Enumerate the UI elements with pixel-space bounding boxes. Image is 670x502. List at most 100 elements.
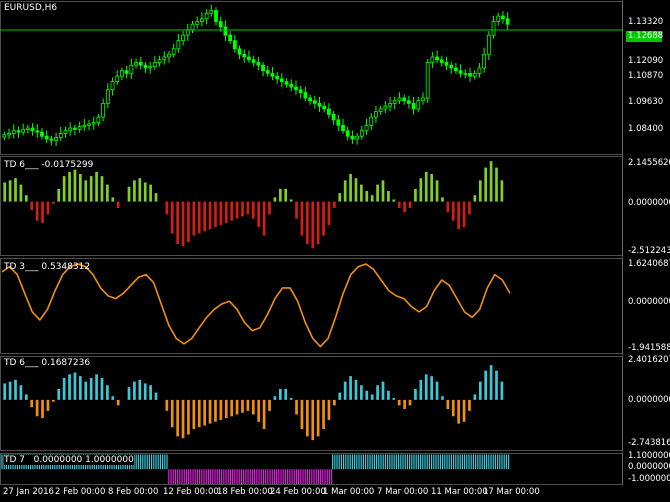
chart-canvas <box>0 0 623 485</box>
candle-body <box>496 15 501 22</box>
candle-body <box>261 64 265 72</box>
candle-body <box>58 133 63 139</box>
candle-body <box>2 134 7 138</box>
candle-body <box>25 127 30 130</box>
candle-body <box>87 123 91 126</box>
candle-body <box>148 66 153 69</box>
candle-body <box>359 130 364 137</box>
candle-body <box>468 73 472 77</box>
candle-body <box>176 40 181 50</box>
x-tick: 24 Feb 00:00 <box>270 487 326 497</box>
td2-title: TD 3___ <box>4 262 39 272</box>
candle-body <box>374 111 378 118</box>
candle-body <box>392 100 397 104</box>
candle-body <box>416 100 421 110</box>
td3-pane-title: TD 6___ 0.1687236 <box>4 358 90 368</box>
candle-body <box>63 130 68 134</box>
td4-ytick: 1.1000000 <box>628 451 670 461</box>
candle-body <box>265 70 270 74</box>
candle-body <box>218 21 223 28</box>
x-tick: 18 Feb 00:00 <box>217 487 273 497</box>
td1-value: -0.0175299 <box>41 160 94 170</box>
candle-body <box>298 89 303 93</box>
td4-title: TD 7 <box>4 455 26 465</box>
candle-body <box>350 135 355 140</box>
td3-title: TD 6___ <box>4 358 39 368</box>
candle-body <box>336 119 341 126</box>
candle-body <box>49 138 54 141</box>
td2-line <box>1 263 511 348</box>
candle-body <box>327 108 331 115</box>
main-pane-title: EURUSD,H6 <box>4 3 58 13</box>
candle-body <box>143 64 148 69</box>
td3-ytick: 0.0000000 <box>628 395 670 405</box>
candle-body <box>237 48 242 55</box>
candle-body <box>204 12 209 20</box>
candle-body <box>430 56 435 63</box>
candle-body <box>482 53 487 69</box>
main-ytick: 1.13320 <box>628 17 664 27</box>
candle-body <box>270 73 275 77</box>
candle-body <box>308 97 312 102</box>
candle-body <box>242 53 247 58</box>
candle-body <box>256 62 261 66</box>
td2-ytick: -1.9415880 <box>628 343 670 353</box>
candle-body <box>96 116 101 123</box>
candle-body <box>279 78 284 82</box>
candle-body <box>322 105 327 110</box>
pane-frame <box>0 258 623 354</box>
candle-body <box>195 21 200 25</box>
candle-body <box>364 124 369 132</box>
x-tick: 11 Mar 00:00 <box>431 487 488 497</box>
candle-body <box>312 100 317 104</box>
candle-body <box>101 103 106 118</box>
td4-pane-title: TD 7 0.0000000 1.0000000 <box>4 455 134 465</box>
x-tick: 1 Mar 00:00 <box>323 487 375 497</box>
candle-body <box>289 83 294 88</box>
candle-body <box>44 135 49 140</box>
candle-body <box>355 135 360 140</box>
main-ytick: 1.12090 <box>628 56 664 66</box>
candle-body <box>152 62 157 67</box>
candle-body <box>115 75 120 82</box>
candle-body <box>421 97 425 102</box>
candle-body <box>378 108 383 113</box>
x-tick: 27 Jan 2016 <box>3 487 54 497</box>
x-tick: 7 Mar 00:00 <box>377 487 429 497</box>
candle-body <box>68 127 73 132</box>
td1-pane-title: TD 6___ -0.0175299 <box>4 160 93 170</box>
candle-body <box>425 62 430 99</box>
candle-body <box>232 40 237 50</box>
candle-body <box>458 70 463 74</box>
td1-title: TD 6___ <box>4 160 39 170</box>
candle-body <box>30 127 35 132</box>
candle-body <box>439 59 444 63</box>
x-tick: 2 Feb 00:00 <box>55 487 106 497</box>
candle-body <box>200 18 204 22</box>
td2-value: 0.5348312 <box>41 262 91 272</box>
candle-body <box>209 10 214 14</box>
candle-body <box>134 62 138 66</box>
candle-body <box>54 137 58 141</box>
candle-body <box>345 130 350 137</box>
candle-body <box>449 64 454 69</box>
td4-value: 0.0000000 1.0000000 <box>33 455 134 465</box>
candle-body <box>341 124 345 132</box>
candle-body <box>303 92 308 99</box>
candle-body <box>383 105 388 110</box>
candle-body <box>454 67 458 72</box>
main-ytick: 1.10870 <box>628 71 664 81</box>
td1-ytick: 2.1455620 <box>628 158 670 168</box>
candle-body <box>284 81 289 85</box>
candle-body <box>369 116 374 126</box>
candle-body <box>275 75 280 80</box>
candle-body <box>331 113 336 121</box>
candle-body <box>491 21 496 36</box>
candle-body <box>105 89 110 104</box>
candle-body <box>124 70 129 74</box>
candle-body <box>251 59 256 63</box>
x-tick: 8 Feb 00:00 <box>108 487 159 497</box>
candle-body <box>444 62 449 66</box>
candle-body <box>388 103 392 107</box>
candle-body <box>317 103 322 107</box>
